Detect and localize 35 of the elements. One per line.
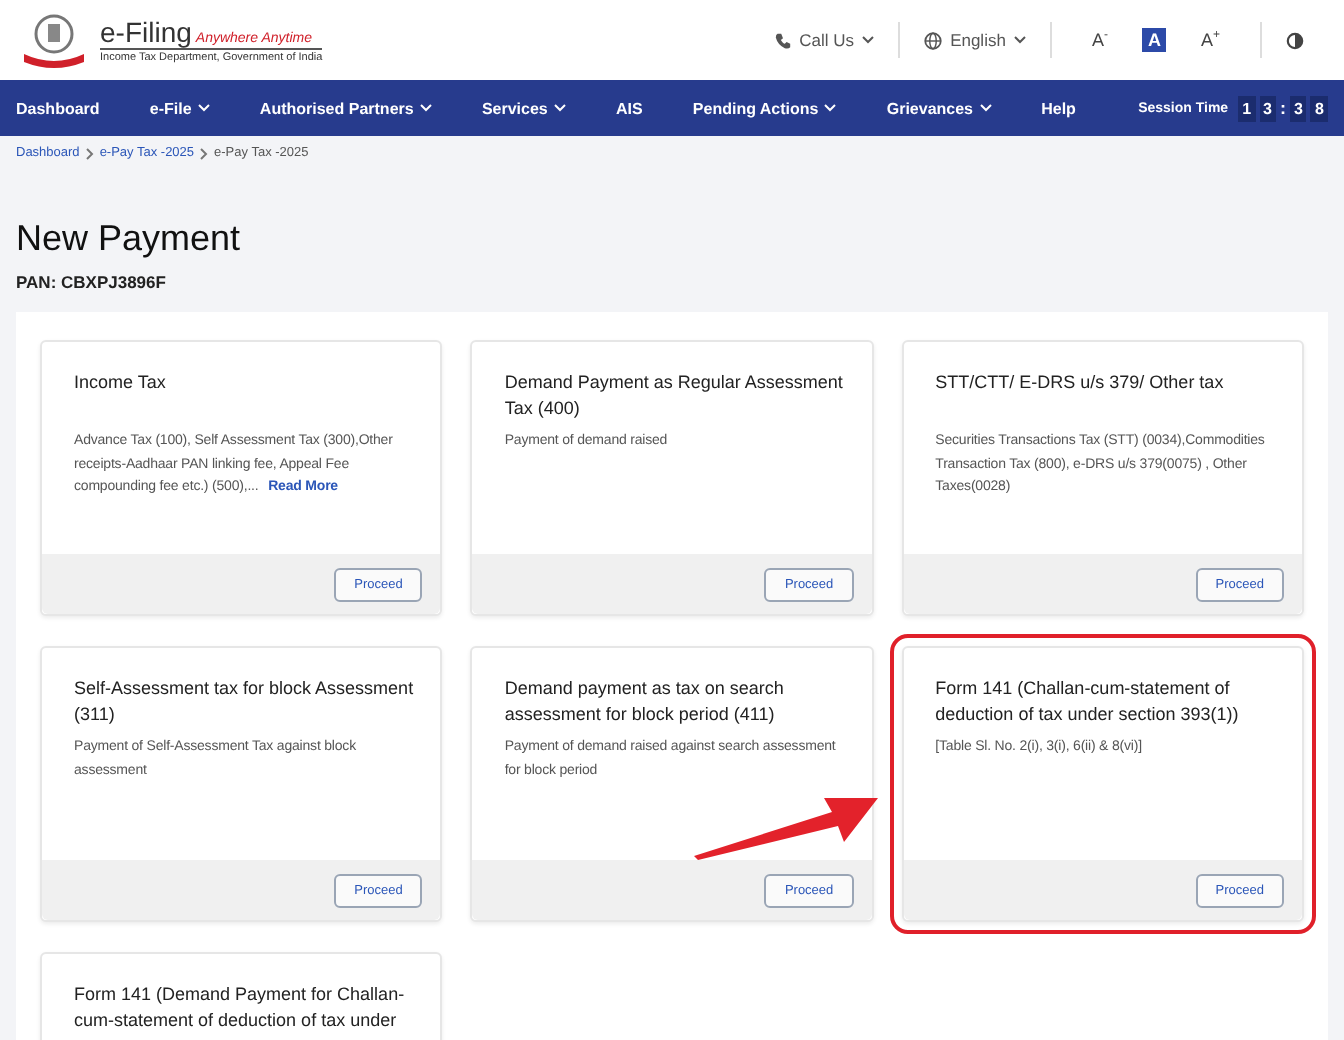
page-title: New Payment	[16, 218, 243, 260]
timer-separator: :	[1279, 98, 1286, 118]
nav-item[interactable]: Authorised Partners	[259, 99, 432, 117]
nav-item[interactable]: Pending Actions	[692, 99, 837, 117]
font-size-button[interactable]: A$^{+}$	[1194, 28, 1226, 52]
brand-name: e-Filing	[100, 16, 192, 48]
chevron-down-icon[interactable]	[1013, 36, 1026, 44]
nav-item[interactable]: Dashboard	[16, 99, 100, 117]
globe-icon[interactable]	[924, 31, 943, 49]
card-title: Form 141 (Challan-cum-statement of deduction of tax under section 393(1))	[935, 676, 1241, 728]
chevron-icon	[200, 147, 209, 159]
card-title: Demand Payment as Regular Assessment Tax (400)	[504, 370, 845, 422]
card-title: Income Tax	[74, 370, 168, 396]
font-size-button[interactable]: A$^{-}$	[1085, 28, 1114, 52]
nav-item[interactable]: e-File	[149, 99, 210, 117]
phone-icon[interactable]	[773, 31, 792, 49]
chevron-down-icon[interactable]	[862, 36, 875, 44]
card-title: Demand payment as tax on search assessment for block period (411)	[504, 676, 786, 728]
card-title: Form 141 (Demand Payment for Challan-cum-statement of deduction of tax under	[74, 982, 407, 1034]
chevron-icon	[85, 147, 94, 159]
card-title: STT/CTT/ E-DRS u/s 379/ Other tax	[935, 370, 1226, 396]
timer-digit: 1	[1238, 95, 1256, 121]
nav-item[interactable]: Grievances	[886, 99, 991, 117]
pan-number: PAN: CBXPJ3896F	[16, 272, 168, 292]
nav-item[interactable]: Services	[481, 99, 566, 117]
language-menu[interactable]: English	[900, 22, 1052, 58]
timer-digit: 3	[1259, 95, 1276, 121]
font-size-button[interactable]: A	[1141, 28, 1167, 52]
card-title: Self-Assessment tax for block Assessment (311)	[74, 676, 415, 728]
nav-item[interactable]: Help	[1041, 99, 1076, 117]
timer-digit: 3	[1289, 95, 1307, 121]
timer-digit: 8	[1310, 95, 1328, 121]
call-us-menu[interactable]: Call Us	[749, 22, 901, 58]
nav-item[interactable]: AIS	[615, 99, 643, 117]
contrast-icon[interactable]	[1286, 31, 1304, 49]
